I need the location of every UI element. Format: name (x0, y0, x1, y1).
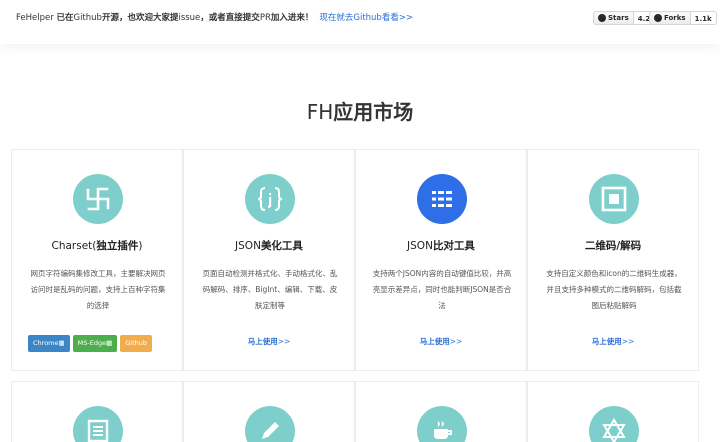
card-title: 二维码/解码 (584, 240, 642, 252)
github-forks-button[interactable]: Forks (649, 11, 691, 25)
stars-label: Stars (608, 14, 629, 22)
app-card-json-format[interactable]: JSON美化工具 页面自动检测并格式化、手动格式化、乱码解码、排序、BigInt… (183, 149, 355, 371)
use-now-link[interactable]: 马上使用>> (528, 336, 698, 347)
qrcode-icon (589, 174, 639, 224)
document-icon (73, 406, 123, 442)
notice-text: 开源，也欢迎大家提 (101, 13, 179, 23)
star-of-david-icon (589, 406, 639, 442)
use-now-link[interactable]: 马上使用>> (184, 336, 354, 347)
card-description: 支持两个JSON内容的自动键值比较，并高亮显示差异点，同时也能判断JSON是否合… (372, 269, 512, 310)
forks-label: Forks (664, 14, 686, 22)
ms-edge-badge[interactable]: MS-Edge▦ (72, 335, 118, 352)
app-card-charset[interactable]: Charset(独立插件) 网页字符编码集修改工具，主要解决网页访问时是乱码的问… (11, 149, 183, 371)
forks-count[interactable]: 1.1k (690, 11, 717, 25)
market-title-prefix: FH (306, 100, 334, 124)
card-title: JSON美化工具 (235, 240, 303, 252)
github-notice: FeHelper 已在Github开源，也欢迎大家提issue，或者直接提交PR… (16, 11, 413, 23)
github-icon (598, 14, 606, 22)
chrome-badge[interactable]: Chrome▦ (28, 335, 70, 352)
install-badges: Chrome▦ MS-Edge▦ Github (28, 335, 152, 352)
app-card[interactable] (11, 381, 183, 442)
use-now-link[interactable]: 马上使用>> (356, 336, 526, 347)
notice-text: PR (259, 13, 271, 23)
github-icon (654, 14, 662, 22)
top-notice-bar: FeHelper 已在Github开源，也欢迎大家提issue，或者直接提交PR… (0, 0, 720, 44)
app-card[interactable] (527, 381, 699, 442)
notice-text: ，或者直接提交 (200, 13, 260, 23)
app-card[interactable] (183, 381, 355, 442)
notice-text: 已在 (56, 13, 74, 23)
card-description: 支持自定义颜色和icon的二维码生成器，并且支持多种模式的二维码解码，包括截图后… (546, 269, 682, 310)
notice-text: Github (73, 13, 102, 23)
coffee-icon (417, 406, 467, 442)
card-description: 网页字符编码集修改工具，主要解决网页访问时是乱码的问题，支持上百种字符集的选择 (30, 269, 166, 310)
card-description: 页面自动检测并格式化、手动格式化、乱码解码、排序、BigInt、编辑、下载、皮肤… (202, 269, 338, 310)
github-forks-widget[interactable]: Forks 1.1k (649, 11, 717, 25)
app-card-json-diff[interactable]: JSON比对工具 支持两个JSON内容的自动键值比较，并高亮显示差异点，同时也能… (355, 149, 527, 371)
app-card-qrcode[interactable]: 二维码/解码 支持自定义颜色和icon的二维码生成器，并且支持多种模式的二维码解… (527, 149, 699, 371)
notice-text: 加入进来！ (270, 13, 314, 23)
json-braces-icon (245, 174, 295, 224)
app-card[interactable] (355, 381, 527, 442)
notice-text: issue (178, 13, 201, 23)
card-title: JSON比对工具 (407, 240, 475, 252)
compare-icon (417, 174, 467, 224)
github-stars-button[interactable]: Stars (593, 11, 634, 25)
market-title: FH应用市场 (0, 96, 720, 125)
market-title-main: 应用市场 (333, 100, 414, 124)
card-title: Charset(独立插件) (51, 240, 143, 252)
swastika-icon (73, 174, 123, 224)
pencil-icon (245, 406, 295, 442)
github-link[interactable]: 现在就去Github看看>> (319, 13, 413, 23)
github-badge[interactable]: Github (120, 335, 152, 352)
notice-text: FeHelper (16, 13, 57, 23)
